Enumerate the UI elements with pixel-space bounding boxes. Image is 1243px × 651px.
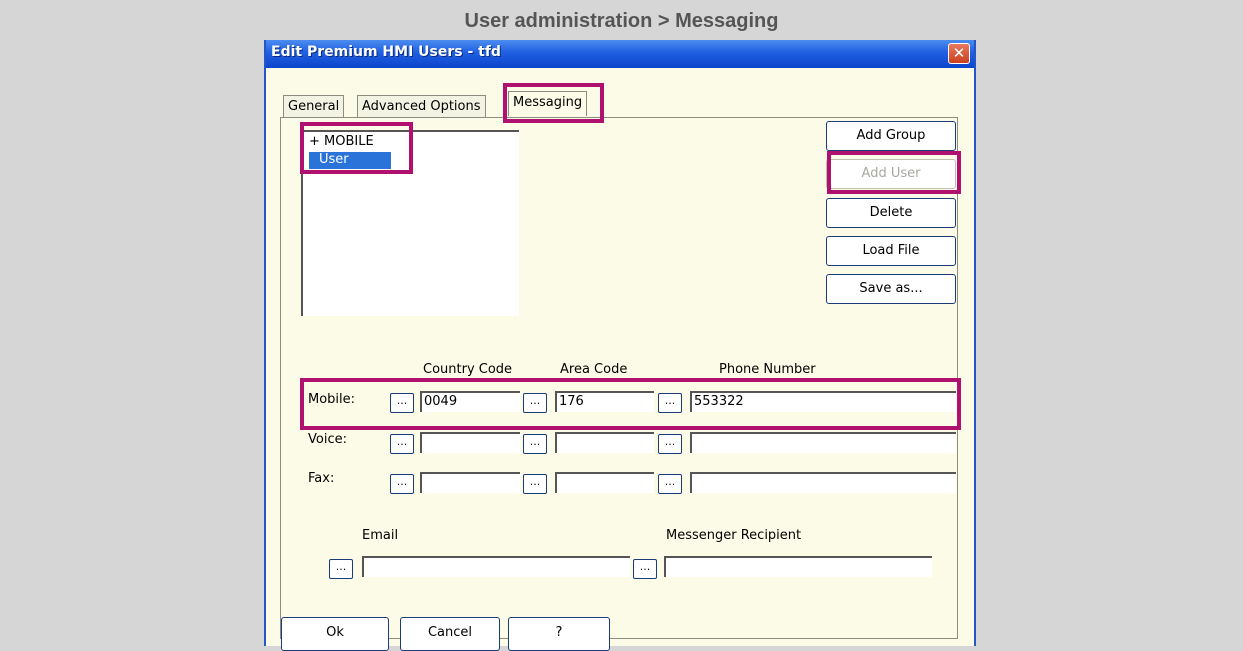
mobile-country-code-field[interactable]: 0049 (420, 391, 520, 412)
close-icon: ✕ (952, 44, 966, 62)
voice-area-browse-button[interactable]: ... (523, 434, 547, 454)
mobile-country-browse-button[interactable]: ... (390, 393, 414, 413)
fax-phone-number-field[interactable] (690, 472, 956, 493)
tree-group-mobile[interactable]: + MOBILE (309, 134, 374, 149)
title-bar[interactable]: Edit Premium HMI Users - tfd ✕ (266, 40, 974, 68)
add-group-button[interactable]: Add Group (826, 121, 956, 151)
load-file-button[interactable]: Load File (826, 236, 956, 266)
fax-area-browse-button[interactable]: ... (523, 474, 547, 494)
messenger-recipient-field[interactable] (664, 556, 932, 577)
mobile-area-browse-button[interactable]: ... (523, 393, 547, 413)
voice-country-browse-button[interactable]: ... (390, 434, 414, 454)
fax-country-code-field[interactable] (420, 472, 520, 493)
mobile-phone-browse-button[interactable]: ... (658, 393, 682, 413)
tab-general[interactable]: General (283, 95, 345, 117)
tab-advanced-options[interactable]: Advanced Options (357, 95, 486, 117)
voice-label: Voice: (308, 432, 347, 447)
window-title: Edit Premium HMI Users - tfd (271, 44, 501, 60)
mobile-label: Mobile: (308, 392, 356, 407)
tab-messaging[interactable]: Messaging (508, 91, 588, 116)
country-code-header: Country Code (423, 362, 513, 377)
add-user-button[interactable]: Add User (826, 159, 956, 189)
fax-area-code-field[interactable] (555, 472, 654, 493)
tree-item-user[interactable]: User (309, 152, 391, 169)
email-label: Email (362, 528, 399, 543)
save-as-button[interactable]: Save as... (826, 274, 956, 304)
email-browse-button[interactable]: ... (329, 559, 353, 579)
area-code-header: Area Code (560, 362, 628, 377)
messenger-recipient-label: Messenger Recipient (666, 528, 802, 543)
fax-phone-browse-button[interactable]: ... (658, 474, 682, 494)
email-field[interactable] (362, 556, 630, 577)
close-button[interactable]: ✕ (948, 43, 970, 64)
voice-area-code-field[interactable] (555, 432, 654, 453)
mobile-area-code-field[interactable]: 176 (555, 391, 654, 412)
voice-phone-number-field[interactable] (690, 432, 956, 453)
phone-number-header: Phone Number (719, 362, 816, 377)
user-tree[interactable]: + MOBILE User (301, 130, 519, 316)
mobile-phone-number-field[interactable]: 553322 (690, 391, 956, 412)
page-heading: User administration > Messaging (464, 10, 779, 32)
messenger-browse-button[interactable]: ... (633, 559, 657, 579)
fax-label: Fax: (308, 471, 335, 486)
voice-phone-browse-button[interactable]: ... (658, 434, 682, 454)
voice-country-code-field[interactable] (420, 432, 520, 453)
fax-country-browse-button[interactable]: ... (390, 474, 414, 494)
delete-button[interactable]: Delete (826, 198, 956, 228)
